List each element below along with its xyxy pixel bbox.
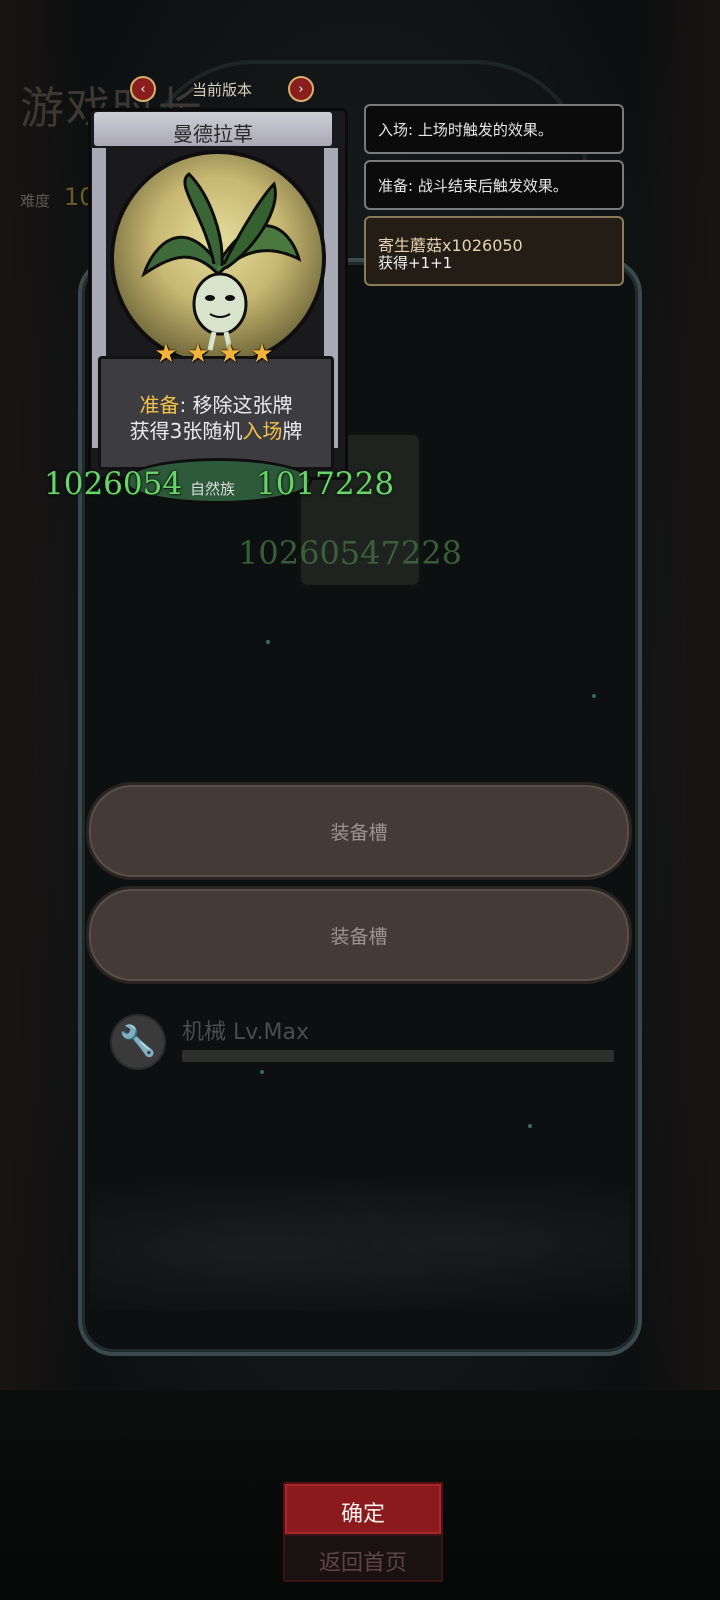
mandrake-portrait <box>110 150 326 366</box>
version-label: 当前版本 <box>191 81 252 99</box>
star-icon: ★ <box>154 339 178 369</box>
card-attack: 1026054 <box>44 466 183 502</box>
sparkle-dot <box>592 694 596 698</box>
card-name: 曼德拉草 <box>173 122 253 146</box>
card-description-line1: 准备: 移除这张牌 <box>101 389 331 418</box>
card-detail[interactable]: 曼德拉草 准备: 移除这张牌 获得3张随机入场牌 ★ ★ ★ ★ <box>88 108 348 508</box>
sparkle-dot <box>528 1124 532 1128</box>
star-icon: ★ <box>218 339 242 369</box>
cloud-decoration <box>90 1160 630 1310</box>
background-right-shadow <box>630 0 720 1600</box>
return-home-button[interactable]: 返回首页 <box>283 1534 443 1582</box>
equipment-slot-label: 装备槽 <box>330 926 388 948</box>
tooltip-prepare-text: 准备: 战斗结束后触发效果。 <box>378 177 568 195</box>
tooltip-prepare: 准备: 战斗结束后触发效果。 <box>364 160 624 210</box>
equipment-slot-2[interactable]: 装备槽 <box>86 886 632 984</box>
equipment-slot-1[interactable]: 装备槽 <box>86 782 632 880</box>
description-text-2a: 获得3张随机 <box>129 419 243 443</box>
confirm-button[interactable]: 确定 <box>283 1482 443 1536</box>
tooltip-enter-text: 入场: 上场时触发的效果。 <box>378 121 553 139</box>
wrench-icon: 🔧 <box>110 1014 166 1070</box>
star-icon: ★ <box>250 339 274 369</box>
star-icon: ★ <box>186 339 210 369</box>
chevron-right-icon[interactable]: › <box>288 76 314 102</box>
tooltip-buff: 寄生蘑菇x1026050 获得+1+1 <box>364 216 624 286</box>
tooltip-buff-body: 获得+1+1 <box>378 254 453 272</box>
card-tribe: 自然族 <box>190 480 236 498</box>
version-selector: ‹ 当前版本 › <box>130 76 314 102</box>
confirm-button-label: 确定 <box>340 1502 385 1527</box>
description-text-2b: 牌 <box>282 419 303 443</box>
keyword-enter: 入场 <box>242 419 283 443</box>
sparkle-dot <box>266 640 270 644</box>
tooltip-enter: 入场: 上场时触发的效果。 <box>364 104 624 154</box>
return-home-button-label: 返回首页 <box>318 1551 407 1576</box>
card-titlebar: 曼德拉草 <box>94 112 332 146</box>
description-text-1: : 移除这张牌 <box>179 393 293 417</box>
equipment-slot-label: 装备槽 <box>330 822 388 844</box>
difficulty-label: 难度 <box>20 192 51 210</box>
mechanical-level-bar <box>182 1050 614 1062</box>
card-star-rating: ★ ★ ★ ★ <box>152 340 278 368</box>
mechanical-level-label: 机械 Lv.Max <box>182 1020 310 1045</box>
card-health: 1017228 <box>256 466 395 502</box>
background-left-shadow <box>0 0 90 1600</box>
card-description-box: 准备: 移除这张牌 获得3张随机入场牌 <box>98 356 334 470</box>
sparkle-dot <box>260 1070 264 1074</box>
chevron-left-icon[interactable]: ‹ <box>130 76 156 102</box>
mandrake-illustration <box>141 172 302 351</box>
card-description-line2: 获得3张随机入场牌 <box>101 415 331 444</box>
keyword-prepare: 准备 <box>139 393 180 417</box>
ghost-card-stats: 10260547228 <box>238 534 462 572</box>
